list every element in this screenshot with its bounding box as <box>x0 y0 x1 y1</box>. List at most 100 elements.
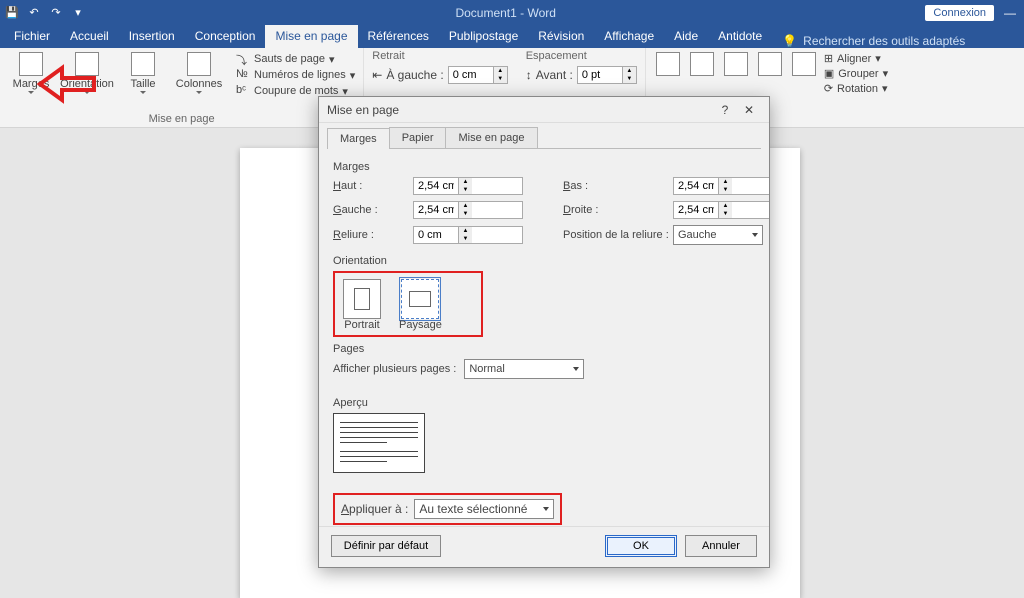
hyphenation-icon: bᶜ <box>236 84 250 98</box>
dialog-tab-paper[interactable]: Papier <box>389 127 447 148</box>
tab-help[interactable]: Aide <box>664 25 708 48</box>
dialog-body: Marges Haut : ▲▼ Bas : ▲▼ Gauche : ▲▼ Dr… <box>319 149 769 526</box>
line-numbers-label: Numéros de lignes <box>254 69 346 81</box>
breaks-button[interactable]: ⤵Sauts de page ▾ <box>236 52 355 66</box>
size-icon <box>131 52 155 76</box>
forward-icon <box>724 52 748 76</box>
dialog-titlebar: Mise en page ? ✕ <box>319 97 769 123</box>
spacing-before-input[interactable]: ▲▼ <box>577 66 637 84</box>
size-label: Taille <box>130 78 155 90</box>
close-button[interactable]: ✕ <box>737 103 761 117</box>
input-bottom[interactable]: ▲▼ <box>673 177 769 195</box>
tab-review[interactable]: Révision <box>528 25 594 48</box>
login-button[interactable]: Connexion <box>925 5 994 21</box>
landscape-icon <box>401 279 439 319</box>
ok-button[interactable]: OK <box>605 535 677 557</box>
orientation-highlight: Portrait Paysage <box>333 271 483 337</box>
position-icon <box>656 52 680 76</box>
columns-icon <box>187 52 211 76</box>
minimize-icon[interactable]: — <box>1000 6 1020 20</box>
size-button[interactable]: Taille <box>120 52 166 98</box>
title-bar: 💾 ↶ ↷ ▾ Document1 - Word Connexion — <box>0 0 1024 25</box>
indent-group-label: Retrait <box>372 50 507 62</box>
chevron-down-icon <box>84 91 90 94</box>
backward-icon <box>758 52 782 76</box>
tab-mailings[interactable]: Publipostage <box>439 25 528 48</box>
combo-apply-to[interactable]: Au texte sélectionné <box>414 499 554 519</box>
breaks-label: Sauts de page <box>254 53 325 65</box>
combo-gutter-pos[interactable]: Gauche <box>673 225 763 245</box>
tab-view[interactable]: Affichage <box>594 25 664 48</box>
margins-icon <box>19 52 43 76</box>
help-button[interactable]: ? <box>713 103 737 117</box>
indent-left-label: À gauche : <box>386 68 443 82</box>
chevron-down-icon <box>196 91 202 94</box>
label-bottom: Bas : <box>563 180 673 192</box>
undo-icon[interactable]: ↶ <box>26 5 42 21</box>
rotate-button[interactable]: ⟳ Rotation ▾ <box>824 82 888 95</box>
input-left[interactable]: ▲▼ <box>413 201 523 219</box>
breaks-icon: ⤵ <box>236 52 250 66</box>
tab-design[interactable]: Conception <box>185 25 266 48</box>
save-icon[interactable]: 💾 <box>4 5 20 21</box>
columns-button[interactable]: Colonnes <box>176 52 222 98</box>
chevron-down-icon <box>140 91 146 94</box>
section-pages: Pages <box>333 343 755 355</box>
input-right[interactable]: ▲▼ <box>673 201 769 219</box>
tab-file[interactable]: Fichier <box>4 25 60 48</box>
line-numbers-button[interactable]: №Numéros de lignes ▾ <box>236 68 355 82</box>
bring-forward-button[interactable] <box>722 52 750 95</box>
orientation-label: Orientation <box>60 78 114 90</box>
align-label: Aligner <box>837 53 871 65</box>
selection-pane-button[interactable] <box>790 52 818 95</box>
wrap-text-button[interactable] <box>688 52 716 95</box>
margins-button[interactable]: Marges <box>8 52 54 98</box>
group-button[interactable]: ▣ Grouper ▾ <box>824 67 888 80</box>
columns-label: Colonnes <box>176 78 222 90</box>
label-left: Gauche : <box>333 204 413 216</box>
tab-layout[interactable]: Mise en page <box>265 25 357 48</box>
indent-left-input[interactable]: ▲▼ <box>448 66 508 84</box>
group-label-page-setup: Mise en page <box>8 111 355 125</box>
combo-multipages-value: Normal <box>469 363 504 375</box>
ribbon-tabs: Fichier Accueil Insertion Conception Mis… <box>0 25 1024 48</box>
portrait-icon <box>343 279 381 319</box>
label-right: Droite : <box>563 204 673 216</box>
position-button[interactable] <box>654 52 682 95</box>
section-orientation: Orientation <box>333 255 755 267</box>
orientation-button[interactable]: Orientation <box>64 52 110 98</box>
selection-icon <box>792 52 816 76</box>
rotate-label: Rotation <box>837 83 878 95</box>
quick-access-toolbar: 💾 ↶ ↷ ▾ <box>4 5 86 21</box>
tab-home[interactable]: Accueil <box>60 25 119 48</box>
tab-insert[interactable]: Insertion <box>119 25 185 48</box>
label-apply-to: Appliquer à : <box>341 502 408 516</box>
cancel-button[interactable]: Annuler <box>685 535 757 557</box>
dialog-tab-layout[interactable]: Mise en page <box>445 127 537 148</box>
input-gutter[interactable]: ▲▼ <box>413 226 523 244</box>
group-icon: ▣ <box>824 67 834 80</box>
combo-multipages[interactable]: Normal <box>464 359 584 379</box>
landscape-label: Paysage <box>399 319 442 331</box>
combo-apply-to-value: Au texte sélectionné <box>419 502 527 516</box>
redo-icon[interactable]: ↷ <box>48 5 64 21</box>
chevron-down-icon <box>573 367 579 371</box>
send-backward-button[interactable] <box>756 52 784 95</box>
tab-antidote[interactable]: Antidote <box>708 25 772 48</box>
rotate-icon: ⟳ <box>824 82 833 95</box>
indent-left-icon: ⇤ <box>372 68 382 82</box>
section-preview: Aperçu <box>333 397 755 409</box>
margins-label: Marges <box>13 78 50 90</box>
orientation-landscape[interactable]: Paysage <box>399 279 442 331</box>
tell-me-search[interactable]: 💡 Rechercher des outils adaptés <box>782 34 965 48</box>
section-margins: Marges <box>333 161 755 173</box>
chevron-down-icon <box>28 91 34 94</box>
dialog-tab-margins[interactable]: Marges <box>327 128 390 149</box>
orientation-portrait[interactable]: Portrait <box>343 279 381 331</box>
input-top[interactable]: ▲▼ <box>413 177 523 195</box>
set-default-button[interactable]: Définir par défaut <box>331 535 441 557</box>
page-setup-dialog: Mise en page ? ✕ Marges Papier Mise en p… <box>318 96 770 568</box>
qat-customize-icon[interactable]: ▾ <box>70 5 86 21</box>
align-button[interactable]: ⊞ Aligner ▾ <box>824 52 888 65</box>
tab-references[interactable]: Références <box>358 25 439 48</box>
